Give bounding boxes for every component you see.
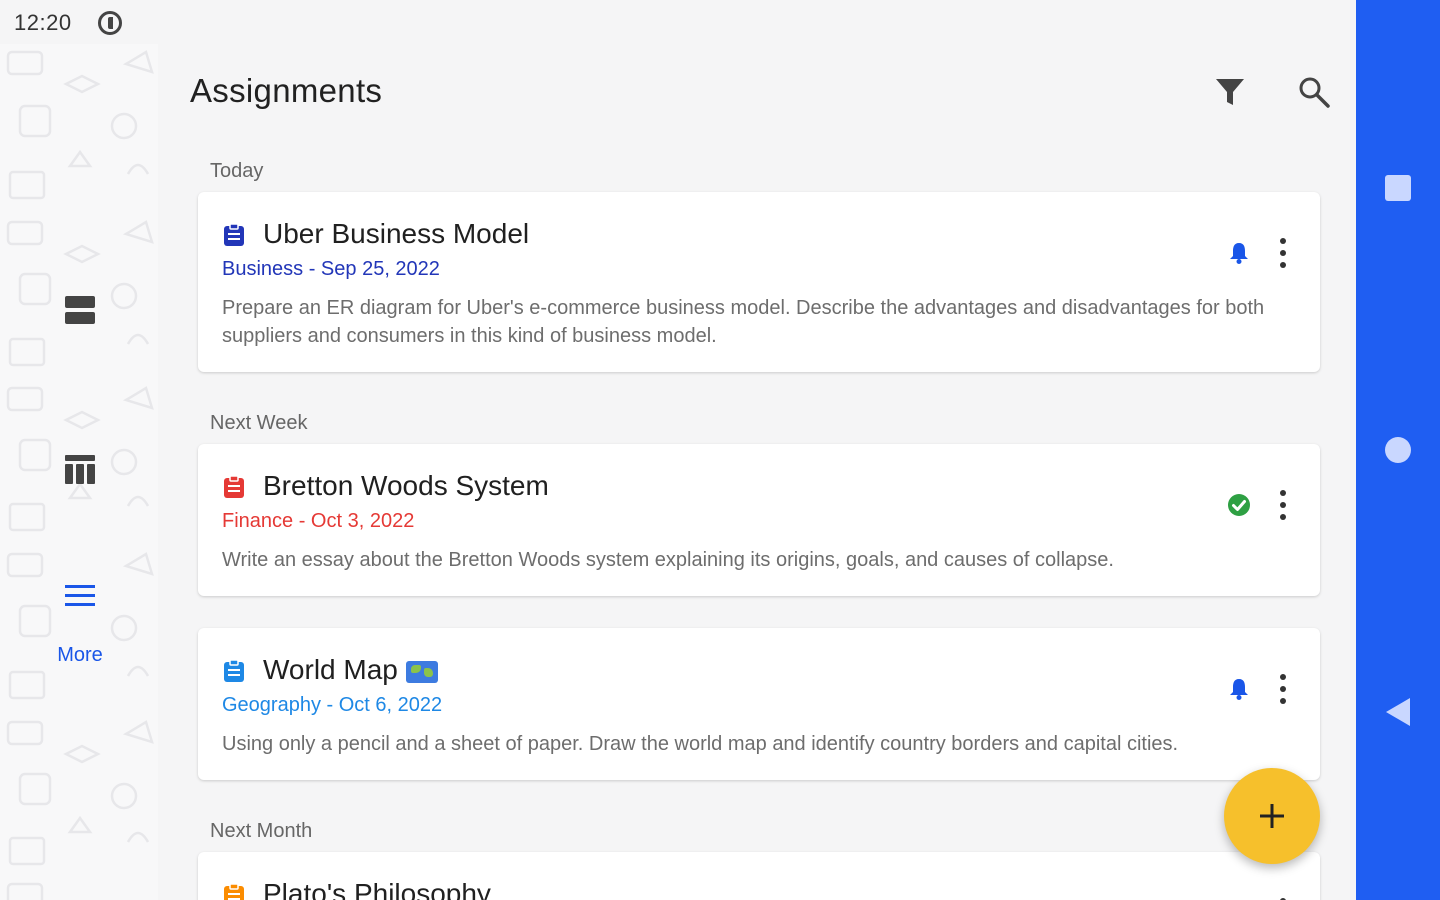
assignment-title: Plato's Philosophy — [263, 878, 491, 900]
assignment-subject-date: Business - Sep 25, 2022 — [222, 258, 440, 280]
assignment-subject-date: Geography - Oct 6, 2022 — [222, 694, 443, 716]
reminder-button[interactable] — [1226, 240, 1252, 266]
more-vert-icon — [1280, 490, 1286, 496]
timetable-icon — [65, 455, 95, 484]
assignment-icon — [224, 659, 244, 682]
home-icon — [1385, 437, 1411, 463]
filter-icon — [1216, 79, 1244, 105]
more-vert-icon — [1280, 238, 1286, 244]
check-circle-icon — [1228, 494, 1250, 516]
more-vert-icon — [1280, 674, 1286, 680]
assignment-title: World Map — [263, 654, 438, 686]
assignment-subject-date: Finance - Oct 3, 2022 — [222, 510, 415, 532]
add-assignment-button[interactable] — [1224, 768, 1320, 864]
system-navigation-bar — [1356, 0, 1440, 900]
more-options-button[interactable] — [1270, 236, 1296, 270]
assignment-card[interactable]: Bretton Woods System Finance - Oct 3, 20… — [198, 444, 1320, 596]
section-label-today: Today — [210, 160, 264, 182]
assignment-description: Prepare an ER diagram for Uber's e-comme… — [222, 297, 1265, 347]
assignment-card[interactable]: Plato's Philosophy — [198, 852, 1320, 900]
data-saver-icon — [98, 11, 122, 35]
completed-button[interactable] — [1226, 492, 1252, 518]
assignment-icon — [224, 223, 244, 246]
rail-item-agenda[interactable] — [50, 280, 110, 340]
back-button[interactable] — [1378, 692, 1418, 732]
search-button[interactable] — [1290, 68, 1338, 116]
assignment-icon — [224, 475, 244, 498]
rail-item-timetable[interactable] — [50, 440, 110, 500]
bell-icon — [1230, 243, 1248, 264]
section-label-next-month: Next Month — [210, 820, 313, 842]
navigation-rail: More — [0, 44, 158, 900]
recents-icon — [1385, 175, 1411, 201]
more-options-button[interactable] — [1270, 672, 1296, 706]
status-time: 12:20 — [14, 10, 72, 35]
world-map-emoji-icon — [405, 660, 438, 683]
more-options-button[interactable] — [1270, 896, 1296, 900]
search-icon — [1299, 77, 1330, 108]
rail-item-more[interactable] — [50, 566, 110, 626]
assignment-description: Using only a pencil and a sheet of paper… — [222, 733, 1179, 755]
section-label-next-week: Next Week — [210, 412, 308, 434]
rail-more-label[interactable]: More — [40, 644, 120, 667]
assignment-title-text: World Map — [263, 654, 398, 685]
assignment-card[interactable]: World Map Geography - Oct 6, 2022 Using … — [198, 628, 1320, 780]
assignment-card[interactable]: Uber Business Model Business - Sep 25, 2… — [198, 192, 1320, 372]
recents-button[interactable] — [1378, 168, 1418, 208]
assignment-icon — [224, 883, 244, 900]
assignment-description: Write an essay about the Bretton Woods s… — [222, 549, 1114, 571]
reminder-button[interactable] — [1226, 676, 1252, 702]
assignment-title: Bretton Woods System — [263, 470, 549, 501]
page-title: Assignments — [190, 72, 383, 109]
main-content: Assignments Today Uber Business Model Bu… — [158, 0, 1356, 900]
menu-icon — [65, 585, 95, 606]
home-button[interactable] — [1378, 430, 1418, 470]
plus-icon — [1260, 804, 1284, 828]
bell-icon — [1230, 679, 1248, 700]
back-icon — [1386, 698, 1410, 726]
agenda-icon — [65, 296, 95, 324]
assignment-title: Uber Business Model — [263, 218, 530, 249]
filter-button[interactable] — [1206, 68, 1254, 116]
more-options-button[interactable] — [1270, 488, 1296, 522]
